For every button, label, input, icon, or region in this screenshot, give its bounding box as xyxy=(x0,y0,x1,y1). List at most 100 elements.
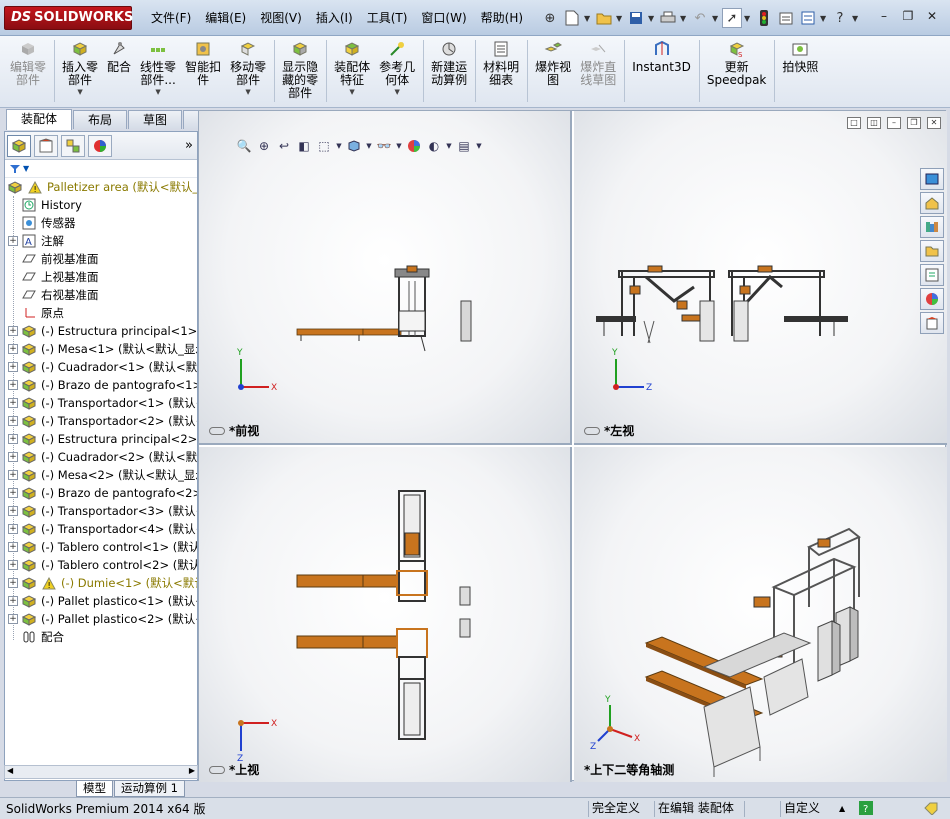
expand-icon[interactable]: + xyxy=(8,362,18,372)
cm-tab-1[interactable]: 布局 xyxy=(73,110,128,129)
units-selector[interactable]: 自定义 xyxy=(780,801,823,817)
view-palette-icon[interactable] xyxy=(920,264,944,286)
ribbon-button-6[interactable]: 显示隐 藏的零 部件 xyxy=(278,36,323,107)
rebuild-traffic-light-icon[interactable] xyxy=(754,8,774,28)
tree-item[interactable]: + (-) Mesa<1> (默认<默认_显示 xyxy=(5,340,197,358)
tree-item[interactable]: + (-) Brazo de pantografo<2> (默 xyxy=(5,484,197,502)
solidworks-resources-icon[interactable] xyxy=(920,168,944,190)
ribbon-button-5[interactable]: 移动零 部件 ▼ xyxy=(226,36,271,107)
expand-icon[interactable]: + xyxy=(8,524,18,534)
undo-icon[interactable]: ↶ xyxy=(690,8,710,28)
ribbon-button-2[interactable]: 配合 xyxy=(103,36,136,107)
property-manager-tab-icon[interactable] xyxy=(34,134,58,157)
tree-filter[interactable]: ▼ xyxy=(5,160,197,178)
tree-item[interactable]: + (-) Cuadrador<1> (默认<默认_ xyxy=(5,358,197,376)
tree-item[interactable]: + (-) Tablero control<2> (默认<< xyxy=(5,556,197,574)
save-icon[interactable] xyxy=(626,8,646,28)
filter-icon[interactable] xyxy=(9,164,21,174)
tree-item[interactable]: + (-) Tablero control<1> (默认<< xyxy=(5,538,197,556)
tag-icon[interactable] xyxy=(920,801,942,817)
menu-item-2[interactable]: 视图(V) xyxy=(253,0,309,36)
design-library-icon[interactable] xyxy=(920,216,944,238)
units-dropdown-icon[interactable]: ▲ xyxy=(836,801,848,817)
tree-item[interactable]: 右视基准面 xyxy=(5,286,197,304)
scroll-right-icon[interactable]: ▶ xyxy=(189,766,195,775)
tree-horizontal-scrollbar[interactable]: ◀ ▶ xyxy=(4,765,198,779)
viewport-top[interactable]: Z X *上视 xyxy=(199,447,572,782)
bottom-tab-1[interactable]: 运动算例 1 xyxy=(114,780,185,797)
home-icon[interactable] xyxy=(920,192,944,214)
tree-item[interactable]: + (-) Cuadrador<2> (默认<默认_ xyxy=(5,448,197,466)
tree-item[interactable]: + (-) Estructura principal<2> (默 xyxy=(5,430,197,448)
help-dropdown-icon[interactable]: ▼ xyxy=(852,14,860,23)
display-manager-tab-icon[interactable] xyxy=(88,134,112,157)
file-explorer-icon[interactable] xyxy=(920,240,944,262)
tree-item[interactable]: 配合 xyxy=(5,628,197,646)
help-icon[interactable]: ? xyxy=(856,801,876,817)
menu-item-3[interactable]: 插入(I) xyxy=(309,0,360,36)
tree-item[interactable]: 前视基准面 xyxy=(5,250,197,268)
expand-icon[interactable]: + xyxy=(8,470,18,480)
tree-root-assembly[interactable]: ! Palletizer area (默认<默认_显示 xyxy=(5,178,197,196)
pin-icon[interactable]: ⊕ xyxy=(540,8,560,28)
ribbon-button-14[interactable]: S 更新 Speedpak xyxy=(703,36,772,107)
ribbon-button-4[interactable]: 智能扣 件 xyxy=(181,36,226,107)
undo-dropdown-icon[interactable]: ▼ xyxy=(712,14,720,23)
tree-item[interactable]: 原点 xyxy=(5,304,197,322)
tree-item[interactable]: + A 注解 xyxy=(5,232,197,250)
feature-manager-tab-icon[interactable] xyxy=(7,134,31,157)
expand-icon[interactable]: + xyxy=(8,452,18,462)
menu-item-6[interactable]: 帮助(H) xyxy=(474,0,530,36)
tree-item[interactable]: + (-) Transportador<1> (默认<默 xyxy=(5,394,197,412)
custom-properties-icon[interactable] xyxy=(920,312,944,334)
viewport-left[interactable]: □ ◫ – ❐ ✕ Y Z *左视 xyxy=(574,111,947,445)
tree-item[interactable]: + (-) Mesa<2> (默认<默认_显示 xyxy=(5,466,197,484)
configuration-manager-tab-icon[interactable] xyxy=(61,134,85,157)
expand-icon[interactable]: + xyxy=(8,578,18,588)
ribbon-button-13[interactable]: Instant3D xyxy=(628,36,696,107)
expand-icon[interactable]: + xyxy=(8,416,18,426)
print-icon[interactable] xyxy=(658,8,678,28)
tree-item[interactable]: + (-) Pallet plastico<2> (默认<<5 xyxy=(5,610,197,628)
menu-item-5[interactable]: 窗口(W) xyxy=(414,0,473,36)
expand-icon[interactable]: + xyxy=(8,488,18,498)
tree-item[interactable]: + (-) Transportador<4> (默认<默 xyxy=(5,520,197,538)
ribbon-button-7[interactable]: 装配体 特征 ▼ xyxy=(330,36,375,107)
chevron-down-icon[interactable]: ▼ xyxy=(394,88,399,96)
view-link-icon[interactable] xyxy=(209,426,225,435)
expand-icon[interactable]: + xyxy=(8,560,18,570)
ribbon-button-9[interactable]: 新建运 动算例 xyxy=(427,36,472,107)
chevron-down-icon[interactable]: ▼ xyxy=(155,88,160,96)
ribbon-button-0[interactable]: 编辑零 部件 xyxy=(6,36,51,107)
tree-item[interactable]: + (-) Estructura principal<1> (默认 xyxy=(5,322,197,340)
expand-icon[interactable]: + xyxy=(8,344,18,354)
expand-icon[interactable]: + xyxy=(8,380,18,390)
expand-icon[interactable]: + xyxy=(8,506,18,516)
ribbon-button-11[interactable]: 爆炸视 图 xyxy=(531,36,576,107)
help-question-icon[interactable]: ? xyxy=(830,8,850,28)
expand-icon[interactable]: + xyxy=(8,434,18,444)
view-link-icon[interactable] xyxy=(584,426,600,435)
viewport-front[interactable]: 🔍 ⊕ ↩ ◧ ⬚ ▼ ▼ 👓 ▼ ◐ ▼ ▤ ▼ Y X *前视 xyxy=(199,111,572,445)
appearances-icon[interactable] xyxy=(920,288,944,310)
tree-item[interactable]: + (-) Pallet plastico<1> (默认<<5 xyxy=(5,592,197,610)
new-document-icon[interactable] xyxy=(562,8,582,28)
tree-item[interactable]: + (-) Brazo de pantografo<1> (默 xyxy=(5,376,197,394)
open-folder-icon[interactable] xyxy=(594,8,614,28)
viewport-isometric[interactable]: Y X Z *上下二等角轴测 xyxy=(574,447,947,782)
ribbon-button-1[interactable]: 插入零 部件 ▼ xyxy=(58,36,103,107)
select-dropdown-icon[interactable]: ▼ xyxy=(744,14,752,23)
panel-collapse-icon[interactable]: » xyxy=(185,138,193,153)
ribbon-button-12[interactable]: 爆炸直 线草图 xyxy=(576,36,621,107)
tree-item[interactable]: History xyxy=(5,196,197,214)
menu-item-0[interactable]: 文件(F) xyxy=(144,0,198,36)
tree-item[interactable]: + (-) Transportador<2> (默认<默 xyxy=(5,412,197,430)
bottom-tab-0[interactable]: 模型 xyxy=(76,780,113,797)
minimize-icon[interactable]: – xyxy=(876,9,892,23)
chevron-down-icon[interactable]: ▼ xyxy=(245,88,250,96)
expand-icon[interactable]: + xyxy=(8,236,18,246)
expand-icon[interactable]: + xyxy=(8,542,18,552)
expand-icon[interactable]: + xyxy=(8,326,18,336)
options-icon[interactable] xyxy=(798,8,818,28)
close-icon[interactable]: ✕ xyxy=(924,9,940,23)
